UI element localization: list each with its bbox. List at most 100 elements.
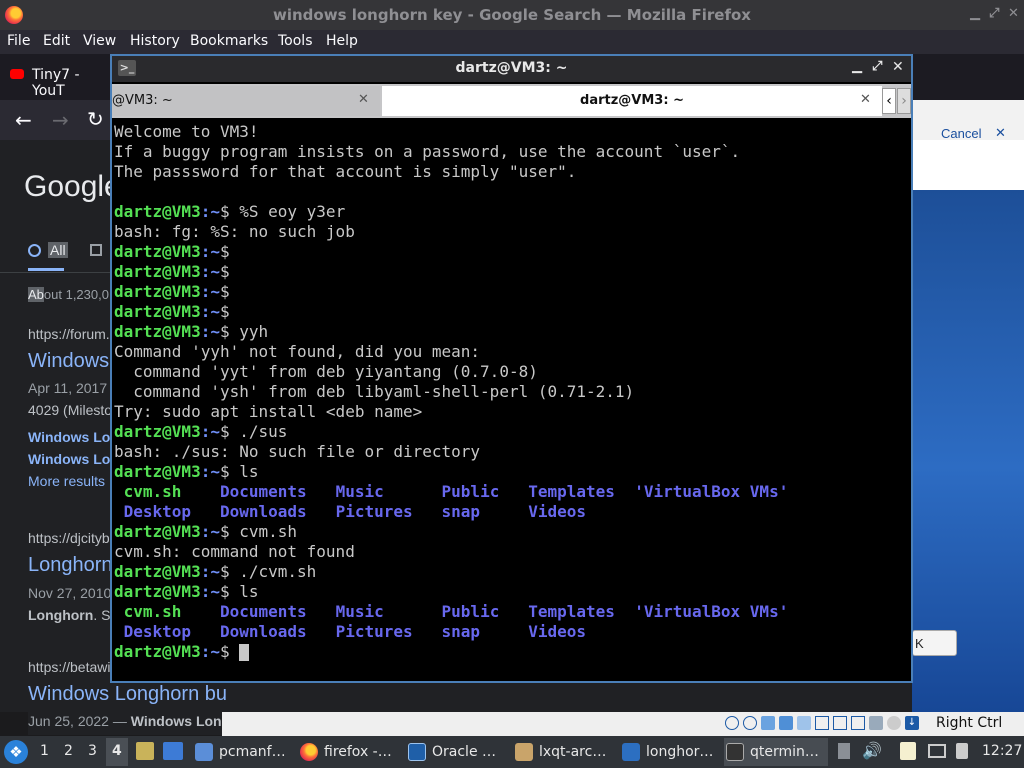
- recording-icon[interactable]: [851, 716, 865, 730]
- start-menu-icon[interactable]: ❖: [4, 740, 28, 764]
- back-icon[interactable]: ←: [15, 108, 32, 132]
- prompt-command: $: [219, 262, 230, 281]
- vbox-device-icons: ↓: [725, 716, 923, 732]
- mouse-integration-icon[interactable]: [887, 716, 901, 730]
- tab-close-icon[interactable]: ✕: [358, 92, 369, 107]
- forward-icon[interactable]: →: [52, 108, 69, 132]
- directory-entry: Downloads: [219, 502, 336, 521]
- task-vm-longhorn[interactable]: longhor…: [620, 738, 718, 766]
- terminal-output-line: Try: sudo apt install <deb name>: [114, 402, 423, 421]
- shared-folder-icon[interactable]: [815, 716, 829, 730]
- prompt-command: $ ./sus: [219, 422, 288, 441]
- cancel-button[interactable]: Cancel: [941, 126, 981, 141]
- tab-close-icon[interactable]: ✕: [860, 92, 871, 107]
- virtualbox-icon: [408, 743, 426, 761]
- prompt-path: :~: [200, 302, 220, 321]
- taskbar-panel: ❖ 1 2 3 4 pcmanf… firefox -… Oracle … lx…: [0, 736, 1024, 768]
- menu-help[interactable]: Help: [326, 33, 358, 49]
- terminal-tab[interactable]: @VM3: ~ ✕: [112, 86, 380, 116]
- scroll-tabs-right-icon[interactable]: ›: [897, 88, 911, 114]
- minimize-icon[interactable]: ▁: [852, 59, 862, 74]
- window-title: windows longhorn key - Google Search — M…: [273, 6, 751, 24]
- active-tab-indicator: [28, 268, 64, 271]
- directory-entry: Templates: [528, 602, 635, 621]
- browser-tab[interactable]: Tiny7 - YouT: [0, 56, 115, 99]
- tray-icon[interactable]: [838, 743, 850, 759]
- sub-result-link[interactable]: Windows Lo: [28, 429, 110, 445]
- terminal-tab-active[interactable]: dartz@VM3: ~ ✕: [382, 86, 882, 116]
- task-firefox[interactable]: firefox -…: [298, 738, 396, 766]
- terminal-prompt-line: dartz@VM3:~$ ls: [114, 582, 909, 602]
- hard-disk-icon[interactable]: [725, 716, 739, 730]
- desktop-2[interactable]: 2: [64, 743, 73, 759]
- show-desktop-icon[interactable]: [163, 742, 183, 760]
- reload-icon[interactable]: ↻: [87, 107, 104, 131]
- quicklaunch-files-icon[interactable]: [136, 742, 154, 760]
- desktop-1[interactable]: 1: [40, 743, 49, 759]
- divider: [0, 272, 110, 273]
- cpu-icon[interactable]: [869, 716, 883, 730]
- audio-icon[interactable]: [761, 716, 775, 730]
- battery-icon[interactable]: [956, 743, 968, 759]
- desktop-3[interactable]: 3: [88, 743, 97, 759]
- close-icon[interactable]: ✕: [1008, 6, 1019, 21]
- terminal-output[interactable]: Welcome to VM3! If a buggy program insist…: [114, 122, 909, 680]
- task-pcmanfm[interactable]: pcmanf…: [193, 738, 291, 766]
- clipboard-icon[interactable]: [900, 742, 916, 760]
- task-archiver[interactable]: lxqt-arc…: [513, 738, 611, 766]
- terminal-prompt-line: dartz@VM3:~$: [114, 302, 909, 322]
- archive-icon: [515, 743, 533, 761]
- prompt-path: :~: [200, 582, 220, 601]
- close-icon[interactable]: ✕: [892, 59, 904, 75]
- desktop-4[interactable]: 4: [112, 743, 122, 759]
- prompt-path: :~: [200, 642, 220, 661]
- result-title[interactable]: Windows Longhorn bu: [28, 683, 227, 706]
- prompt-user: dartz@VM3: [114, 422, 201, 441]
- prompt-path: :~: [200, 202, 220, 221]
- terminal-output-line: The passsword for that account is simply…: [114, 162, 577, 181]
- minimize-icon[interactable]: ▁: [970, 6, 980, 21]
- host-key-icon[interactable]: ↓: [905, 716, 919, 730]
- display-icon[interactable]: [833, 716, 847, 730]
- menu-tools[interactable]: Tools: [278, 33, 313, 49]
- maximize-icon[interactable]: ⤢: [872, 59, 882, 74]
- close-icon[interactable]: ✕: [995, 125, 1006, 141]
- video-tab-icon[interactable]: [90, 244, 102, 256]
- ok-button[interactable]: K: [912, 630, 957, 656]
- task-qterminal[interactable]: qtermin…: [724, 738, 828, 766]
- task-virtualbox[interactable]: Oracle …: [406, 738, 504, 766]
- result-title[interactable]: Windows: [28, 350, 109, 373]
- firefox-icon: [300, 743, 318, 761]
- tab-all[interactable]: All: [48, 242, 68, 258]
- result-stats: About 1,230,0: [28, 287, 109, 302]
- directory-entry: Pictures: [335, 502, 442, 521]
- menu-edit[interactable]: Edit: [43, 33, 70, 49]
- result-title[interactable]: Longhorn: [28, 554, 113, 577]
- network-icon[interactable]: [779, 716, 793, 730]
- google-logo[interactable]: Google: [24, 170, 121, 204]
- menu-file[interactable]: File: [7, 33, 30, 49]
- more-results-link[interactable]: More results: [28, 473, 105, 489]
- directory-entry: Public: [441, 482, 529, 501]
- menu-bookmarks[interactable]: Bookmarks: [190, 33, 268, 49]
- optical-drive-icon[interactable]: [743, 716, 757, 730]
- result-date: Apr 11, 2017: [28, 380, 108, 396]
- terminal-prompt-line: dartz@VM3:~$ yyh: [114, 322, 909, 342]
- directory-entry: Videos: [528, 622, 587, 641]
- usb-icon[interactable]: [797, 716, 811, 730]
- volume-icon[interactable]: 🔊: [862, 741, 882, 760]
- maximize-icon[interactable]: ⤢: [989, 6, 999, 21]
- directory-entry: snap: [441, 502, 529, 521]
- scroll-tabs-left-icon[interactable]: ‹: [882, 88, 896, 114]
- directory-entry: Templates: [528, 482, 635, 501]
- sub-result-link[interactable]: Windows Lo: [28, 451, 110, 467]
- prompt-command: $: [219, 242, 230, 261]
- menu-view[interactable]: View: [83, 33, 116, 49]
- menu-history[interactable]: History: [130, 33, 180, 49]
- clock[interactable]: 12:27: [982, 743, 1022, 759]
- prompt-command: $ yyh: [219, 322, 269, 341]
- network-icon[interactable]: [928, 744, 946, 758]
- terminal-output-line: command 'yyt' from deb yiyantang (0.7.0-…: [114, 362, 538, 381]
- executable-entry: cvm.sh: [114, 602, 220, 621]
- executable-entry: cvm.sh: [114, 482, 220, 501]
